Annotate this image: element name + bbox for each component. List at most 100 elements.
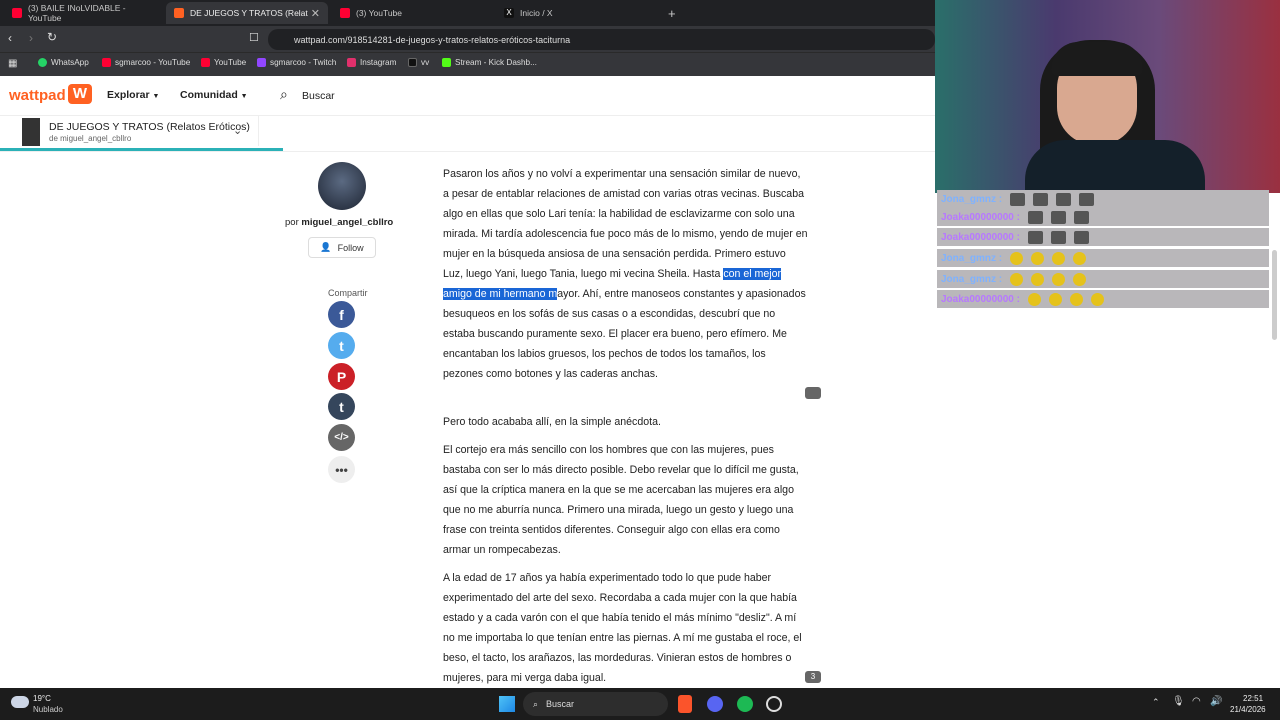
chevron-down-icon: ▼ [152,93,160,100]
more-icon[interactable]: ••• [328,456,355,483]
search-input[interactable]: Buscar [302,90,335,102]
emote-icon [1073,230,1089,244]
tumblr-icon[interactable]: t [328,393,355,420]
emote-icon [1010,192,1026,206]
volume-icon[interactable]: 🔊 [1210,696,1222,707]
clock-date[interactable]: 21/4/2026 [1230,705,1266,714]
discord-icon[interactable] [707,696,723,712]
emote-icon [1048,292,1062,306]
paragraph-text: ayor. Ahí, entre manoseos constantes y a… [443,288,806,380]
bookmark-label: sgmarcoo - Twitch [270,58,337,67]
chat-message: Jona_gmnz : [937,190,1269,208]
community-menu[interactable]: Comunidad ▼ [180,89,248,101]
story-cover[interactable] [22,118,40,146]
bookmark-vv[interactable]: vv [408,58,429,67]
bookmark-icon[interactable]: ☐ [249,31,259,44]
chat-message: Joaka00000000 : [937,290,1269,308]
wattpad-icon [174,8,184,18]
author-name[interactable]: miguel_angel_cbllro [301,217,393,228]
weather-temp[interactable]: 19°C [33,694,51,703]
spotify-icon[interactable] [737,696,753,712]
weather-condition[interactable]: Nublado [33,705,63,714]
chat-message: Jona_gmnz : [937,249,1269,267]
bookmarks-bar: ▦ WhatsApp sgmarcoo - YouTube YouTube sg… [0,52,935,76]
bookmark-label: YouTube [214,58,247,67]
kick-icon [442,58,451,67]
chat-username: Joaka00000000 : [941,293,1020,305]
windows-start-icon[interactable] [499,696,515,712]
cloud-icon[interactable] [11,696,29,708]
chevron-down-icon[interactable]: ⌄ [233,124,242,137]
pinterest-icon[interactable]: P [328,363,355,390]
streamer-hair [1051,42,1143,76]
tab-youtube-baile[interactable]: (3) BAILE INoLVIDABLE - YouTube [4,2,164,24]
story-title[interactable]: DE JUEGOS Y TRATOS (Relatos Eróticos) [49,121,250,133]
emote-icon [1010,272,1024,286]
tab-wattpad[interactable]: DE JUEGOS Y TRATOS (Relatos Er... ✕ [166,2,328,24]
emote-icon [1079,192,1095,206]
obs-icon[interactable] [766,696,782,712]
bookmark-kick[interactable]: Stream - Kick Dashb... [442,58,537,67]
emote-icon [1052,251,1066,265]
chat-username: Joaka00000000 : [941,211,1020,223]
bookmark-whatsapp[interactable]: WhatsApp [38,58,89,67]
search-icon[interactable]: ⌕ [280,86,288,103]
close-icon[interactable]: ✕ [311,7,320,20]
bookmark-label: sgmarcoo - YouTube [115,58,191,67]
author-avatar[interactable] [318,162,366,210]
page-scrollbar[interactable] [1272,250,1277,340]
emote-icon [1073,210,1089,224]
tab-label: DE JUEGOS Y TRATOS (Relatos Er... [190,8,308,18]
clock-time[interactable]: 22:51 [1243,694,1263,703]
reading-progress-bar [0,148,283,151]
tab-x[interactable]: X Inicio / X [496,2,656,24]
emote-icon [1027,210,1043,224]
bookmark-youtube-channel[interactable]: sgmarcoo - YouTube [102,58,190,67]
tab-youtube[interactable]: (3) YouTube [332,2,492,24]
embed-icon[interactable]: </> [328,424,355,451]
chat-message: Jona_gmnz : [937,270,1269,288]
story-author-line[interactable]: de miguel_angel_cbllro [49,134,131,143]
bookmark-label: vv [421,58,430,67]
url-text: wattpad.com/918514281-de-juegos-y-tratos… [294,34,571,45]
comment-count-badge[interactable]: 3 [805,671,821,683]
emote-icon [1090,292,1104,306]
brave-icon[interactable] [678,695,692,713]
address-bar[interactable]: wattpad.com/918514281-de-juegos-y-tratos… [268,29,935,50]
bookmark-youtube[interactable]: YouTube [201,58,246,67]
wattpad-logo[interactable]: wattpad [9,87,66,104]
follow-label: Follow [337,242,364,253]
twitter-icon[interactable]: t [328,332,355,359]
browser-tab-bar: (3) BAILE INoLVIDABLE - YouTube DE JUEGO… [0,0,935,26]
bookmark-instagram[interactable]: Instagram [347,58,396,67]
facebook-icon[interactable]: f [328,301,355,328]
chevron-down-icon: ▼ [240,93,248,100]
back-icon[interactable]: ‹ [8,31,12,45]
explore-menu[interactable]: Explorar ▼ [107,89,159,101]
paragraph-text: Pasaron los años y no volví a experiment… [443,168,808,280]
forward-icon[interactable]: › [29,31,33,45]
follow-button[interactable]: 👤 Follow [308,237,376,258]
emote-icon [1031,251,1045,265]
taskbar-search[interactable]: ⌕ Buscar [523,692,668,716]
reload-icon[interactable]: ↻ [47,30,57,44]
new-tab-icon[interactable]: + [660,2,680,24]
emote-icon [1050,210,1066,224]
emote-icon [1073,251,1087,265]
chevron-up-icon[interactable]: ⌃ [1152,697,1160,708]
microphone-icon[interactable]: 🎙 [1172,696,1185,707]
apps-icon[interactable]: ▦ [8,58,17,69]
bookmark-twitch[interactable]: sgmarcoo - Twitch [257,58,336,67]
comment-icon[interactable] [805,387,821,399]
story-paragraph-1: Pasaron los años y no volví a experiment… [443,164,808,384]
bookmark-label: Instagram [360,58,397,67]
chat-username: Joaka00000000 : [941,231,1020,243]
emote-icon [1010,251,1024,265]
wattpad-w-icon[interactable]: W [68,84,92,104]
explore-label: Explorar [107,89,150,101]
divider [258,116,259,146]
taskbar-search-label: Buscar [546,699,575,709]
by-label: por [285,217,302,228]
story-paragraph-2: Pero todo acababa allí, en la simple ané… [443,416,661,428]
wifi-icon[interactable]: ◠ [1192,696,1201,707]
